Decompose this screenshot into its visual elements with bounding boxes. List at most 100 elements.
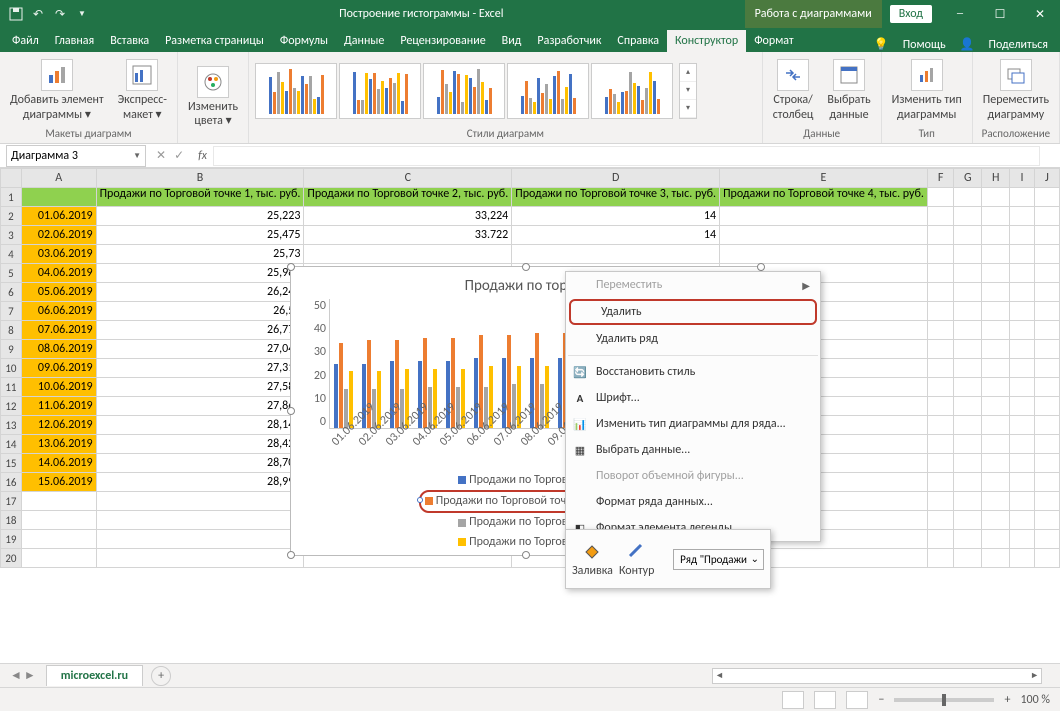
column-header[interactable]: F [927,169,953,188]
fill-button[interactable]: Заливка [572,540,613,578]
context-menu-item[interactable]: ▦Выбрать данные... [566,437,820,463]
row-header[interactable]: 11 [1,378,22,397]
fx-icon[interactable]: fx [192,149,213,163]
outline-button[interactable]: Контур [619,540,654,578]
row-header[interactable]: 4 [1,245,22,264]
row-header[interactable]: 14 [1,435,22,454]
zoom-slider[interactable] [894,698,994,702]
normal-view-button[interactable] [782,691,804,709]
page-break-view-button[interactable] [846,691,868,709]
row-header[interactable]: 17 [1,492,22,511]
column-header[interactable]: G [954,169,982,188]
undo-icon[interactable]: ↶ [30,6,46,22]
row-header[interactable]: 7 [1,302,22,321]
move-chart-button[interactable]: Переместить диаграмму [979,57,1053,124]
row-header[interactable]: 3 [1,226,22,245]
chart-style-thumb[interactable] [423,63,505,119]
ribbon-group-label: Расположение [979,125,1053,142]
formula-bar[interactable] [213,146,1040,166]
tab-разработчик[interactable]: Разработчик [529,30,609,52]
tab-справка[interactable]: Справка [609,30,667,52]
sheet-tab[interactable]: microexcel.ru [46,665,143,686]
change-colors-button[interactable]: Изменить цвета ▾ [184,64,242,131]
row-header[interactable]: 1 [1,188,22,207]
row-header[interactable]: 6 [1,283,22,302]
page-layout-view-button[interactable] [814,691,836,709]
tab-формулы[interactable]: Формулы [272,30,336,52]
context-menu-item[interactable]: Формат ряда данных... [566,489,820,515]
switch-row-column-button[interactable]: Строка/ столбец [769,57,818,124]
context-menu-item[interactable]: 🔄Восстановить стиль [566,359,820,385]
row-header[interactable]: 19 [1,530,22,549]
zoom-level[interactable]: 100 % [1020,693,1050,707]
redo-icon[interactable]: ↷ [52,6,68,22]
series-dropdown[interactable]: Ряд "Продажи [673,549,764,570]
select-data-button[interactable]: Выбрать данные [823,57,874,124]
context-menu-item[interactable]: Удалить ряд [566,326,820,352]
column-header[interactable]: I [1010,169,1035,188]
context-menu-item[interactable]: 📊Изменить тип диаграммы для ряда... [566,411,820,437]
tab-разметка страницы[interactable]: Разметка страницы [157,30,272,52]
column-header[interactable]: C [304,169,512,188]
save-icon[interactable] [8,6,24,22]
row-header[interactable]: 13 [1,416,22,435]
chart-style-thumb[interactable] [591,63,673,119]
horizontal-scrollbar[interactable] [712,668,1042,684]
tab-файл[interactable]: Файл [4,30,47,52]
column-header[interactable]: D [512,169,720,188]
tab-вид[interactable]: Вид [494,30,530,52]
tab-формат[interactable]: Формат [746,30,801,52]
zoom-out-button[interactable]: − [878,693,884,707]
signin-button[interactable]: Вход [890,5,932,23]
column-header[interactable]: B [96,169,304,188]
gallery-more-button[interactable]: ▴▾▾ [679,63,697,119]
row-header[interactable]: 20 [1,549,22,568]
row-header[interactable]: 15 [1,454,22,473]
column-header[interactable]: A [21,169,96,188]
chart-style-thumb[interactable] [255,63,337,119]
quick-layout-button[interactable]: Экспресс- макет ▾ [114,57,171,124]
add-chart-element-button[interactable]: Добавить элемент диаграммы ▾ [6,57,108,124]
close-icon[interactable]: ✕ [1020,0,1060,28]
help-link[interactable]: Помощь [903,38,946,52]
row-header[interactable]: 5 [1,264,22,283]
tab-главная[interactable]: Главная [47,30,102,52]
maximize-icon[interactable]: ☐ [980,0,1020,28]
ribbon-group-label: Тип [888,125,966,142]
row-header[interactable]: 8 [1,321,22,340]
chart-style-thumb[interactable] [339,63,421,119]
change-chart-type-button[interactable]: Изменить тип диаграммы [888,57,966,124]
column-header[interactable]: H [982,169,1010,188]
row-header[interactable]: 18 [1,511,22,530]
chart-styles-gallery[interactable] [255,63,673,119]
qat-dropdown-icon[interactable]: ▼ [74,6,90,22]
share-link[interactable]: Поделиться [989,38,1048,52]
chart-style-thumb[interactable] [507,63,589,119]
ribbon-tabs: ФайлГлавнаяВставкаРазметка страницыФорму… [0,28,1060,52]
tab-рецензирование[interactable]: Рецензирование [392,30,493,52]
row-header[interactable]: 10 [1,359,22,378]
tab-данные[interactable]: Данные [336,30,392,52]
row-header[interactable]: 12 [1,397,22,416]
column-header[interactable]: J [1034,169,1059,188]
tab-конструктор[interactable]: Конструктор [667,30,746,52]
column-header[interactable]: E [720,169,928,188]
sheet-nav-prev-icon[interactable]: ◄ [10,668,22,683]
name-box[interactable]: Диаграмма 3▼ [6,145,146,167]
tab-вставка[interactable]: Вставка [102,30,157,52]
context-menu-item: Поворот объемной фигуры... [566,463,820,489]
zoom-in-button[interactable]: + [1004,693,1010,707]
row-header[interactable]: 9 [1,340,22,359]
tell-me-icon[interactable]: 💡 [874,37,889,52]
sheet-nav-next-icon[interactable]: ► [24,668,36,683]
minimize-icon[interactable]: ─ [940,0,980,28]
worksheet-grid[interactable]: ABCDEFGHIJ1Продажи по Торговой точке 1, … [0,168,1060,638]
formula-bar-row: Диаграмма 3▼ ✕✓ fx [0,144,1060,168]
row-header[interactable]: 16 [1,473,22,492]
share-icon[interactable]: 👤 [960,37,975,52]
context-menu: Переместить▶УдалитьУдалить ряд🔄Восстанов… [565,271,821,542]
row-header[interactable]: 2 [1,207,22,226]
context-menu-item[interactable]: Удалить [569,299,817,325]
context-menu-item[interactable]: AШрифт... [566,385,820,411]
add-sheet-button[interactable]: + [151,666,171,686]
